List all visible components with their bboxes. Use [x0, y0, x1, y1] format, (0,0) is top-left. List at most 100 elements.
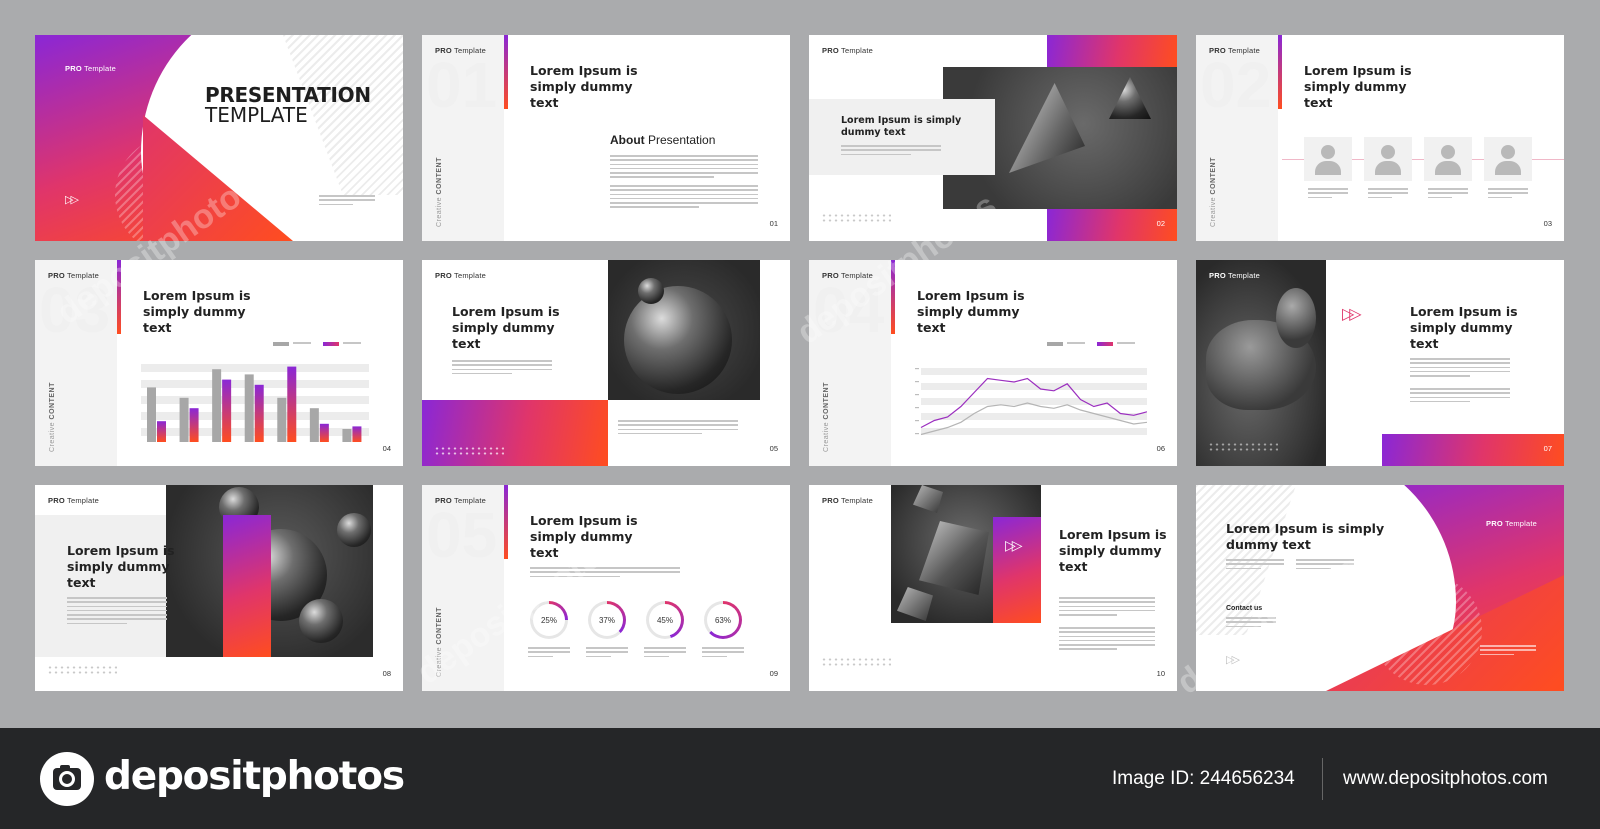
slide-heading: Lorem Ipsum is simply dummy text [1410, 304, 1518, 351]
accent-bar [117, 260, 121, 334]
body-text [1308, 188, 1348, 201]
bar-gray [244, 374, 254, 442]
percent-ring: 45% [646, 601, 684, 639]
brand-label: PRO Template [48, 271, 100, 280]
legend-text [1067, 342, 1085, 346]
slide-heading: Lorem Ipsum is simply dummy text [530, 513, 638, 560]
big-number: 03 [39, 274, 111, 346]
brand-label: PRO Template [1209, 271, 1261, 280]
slide-06[interactable]: PRO Template Lorem Ipsum is simply dummy… [422, 260, 790, 466]
percent-caption [644, 647, 686, 660]
bar-gradient [319, 423, 329, 442]
grid-band [921, 368, 1147, 375]
slide-heading: Lorem Ipsum is simply dummy text [1304, 63, 1412, 110]
page-number: 01 [769, 219, 778, 228]
page-number: 08 [382, 669, 391, 678]
body-text [1059, 627, 1155, 653]
gradient-block [993, 517, 1041, 623]
percent-caption [528, 647, 570, 660]
bottom-gradient [422, 400, 608, 466]
percent-ring: 25% [530, 601, 568, 639]
avatar-icon [1364, 137, 1412, 181]
percent-caption [702, 647, 744, 660]
closing-text [1480, 645, 1536, 658]
creative-content-label: Creative CONTENT [49, 382, 56, 452]
brand-wordmark: depositphotos [104, 754, 405, 799]
slide-04[interactable]: 02 PRO Template Lorem Ipsum is simply du… [1196, 35, 1564, 241]
creative-content-label: Creative CONTENT [436, 607, 443, 677]
big-number: 04 [813, 274, 885, 346]
body-text [452, 360, 552, 377]
sphere-shape [638, 278, 664, 304]
contact-text [1226, 617, 1276, 630]
arrows-icon: ▷▷ [1005, 537, 1022, 553]
closing-stripes-circle [1372, 575, 1482, 685]
legend-swatch [1047, 342, 1063, 346]
sphere-shape [337, 513, 371, 547]
camera-logo-icon [40, 752, 94, 806]
brand-label: PRO Template [1209, 46, 1261, 55]
page-number: 06 [1156, 444, 1165, 453]
body-text [530, 567, 680, 580]
cover-text [319, 195, 375, 208]
percent-label: 63% [707, 604, 739, 636]
slide-10[interactable]: 05 PRO Template Lorem Ipsum is simply du… [422, 485, 790, 691]
percent-caption [586, 647, 628, 660]
big-number: 02 [1200, 49, 1272, 121]
tick-mark [915, 394, 919, 396]
bar-gray [212, 369, 222, 442]
grid-band [921, 428, 1147, 435]
body-text [1226, 559, 1284, 572]
slide-08[interactable]: PRO Template ▷▷ Lorem Ipsum is simply du… [1196, 260, 1564, 466]
slide-heading: Lorem Ipsum is simply dummy text [67, 543, 175, 590]
sphere-shape [624, 286, 732, 394]
bar-gray [342, 429, 352, 442]
tick-mark [915, 368, 919, 370]
image-id: Image ID: 244656234 [1112, 768, 1295, 789]
big-number: 05 [426, 499, 498, 571]
slide-heading: Lorem Ipsum is simply dummy text [452, 304, 560, 351]
contact-label: Contact us [1226, 605, 1263, 612]
slide-closing[interactable]: PRO Template Lorem Ipsum is simply dummy… [1196, 485, 1564, 691]
legend-swatch [323, 342, 339, 346]
top-gradient [1047, 35, 1177, 67]
slide-cover[interactable]: PRO Template PRESENTATION TEMPLATE ▷▷ [35, 35, 403, 241]
bar-gray [277, 397, 287, 442]
legend-swatch [273, 342, 289, 346]
slide-07[interactable]: 04 PRO Template Lorem Ipsum is simply du… [809, 260, 1177, 466]
bar-gradient [287, 366, 297, 442]
body-text [841, 145, 941, 158]
arrows-icon: ▷▷ [1226, 654, 1240, 666]
dot-pattern [47, 665, 117, 675]
slide-heading: Lorem Ipsum is simply dummy text [1059, 527, 1167, 574]
body-text [1296, 559, 1354, 572]
accent-bar [1278, 35, 1282, 109]
creative-content-label: Creative CONTENT [1210, 157, 1217, 227]
slide-03[interactable]: PRO Template Lorem Ipsum is simply dummy… [809, 35, 1177, 241]
page-number: 04 [382, 444, 391, 453]
footer-divider [1322, 758, 1323, 800]
brand-label: PRO Template [822, 46, 874, 55]
slide-heading: Lorem Ipsum is simply dummy text [917, 288, 1025, 335]
slide-02[interactable]: 01 PRO Template Lorem Ipsum is simply du… [422, 35, 790, 241]
percent-label: 25% [533, 604, 565, 636]
slide-05[interactable]: 03 PRO Template Lorem Ipsum is simply du… [35, 260, 403, 466]
site-url[interactable]: www.depositphotos.com [1343, 768, 1548, 790]
slide-11[interactable]: PRO Template ▷▷ Lorem Ipsum is simply du… [809, 485, 1177, 691]
footer-bar: depositphotos Image ID: 244656234 www.de… [0, 728, 1600, 829]
body-text [610, 185, 758, 211]
body-text [1488, 188, 1528, 201]
brand-label: PRO Template [822, 496, 874, 505]
accent-bar [891, 260, 895, 334]
bar-gradient [352, 426, 362, 442]
accent-bar [504, 485, 508, 559]
bar-gray [147, 387, 156, 442]
dot-pattern [1208, 442, 1278, 452]
bar-gradient [222, 379, 232, 442]
body-text [618, 420, 738, 437]
slide-heading: Lorem Ipsum is simply dummy text [841, 115, 962, 138]
tick-mark [915, 420, 919, 422]
slide-heading: Lorem Ipsum is simply dummy text [143, 288, 251, 335]
slide-09[interactable]: PRO Template Lorem Ipsum is simply dummy… [35, 485, 403, 691]
bar-gradient [254, 384, 264, 442]
